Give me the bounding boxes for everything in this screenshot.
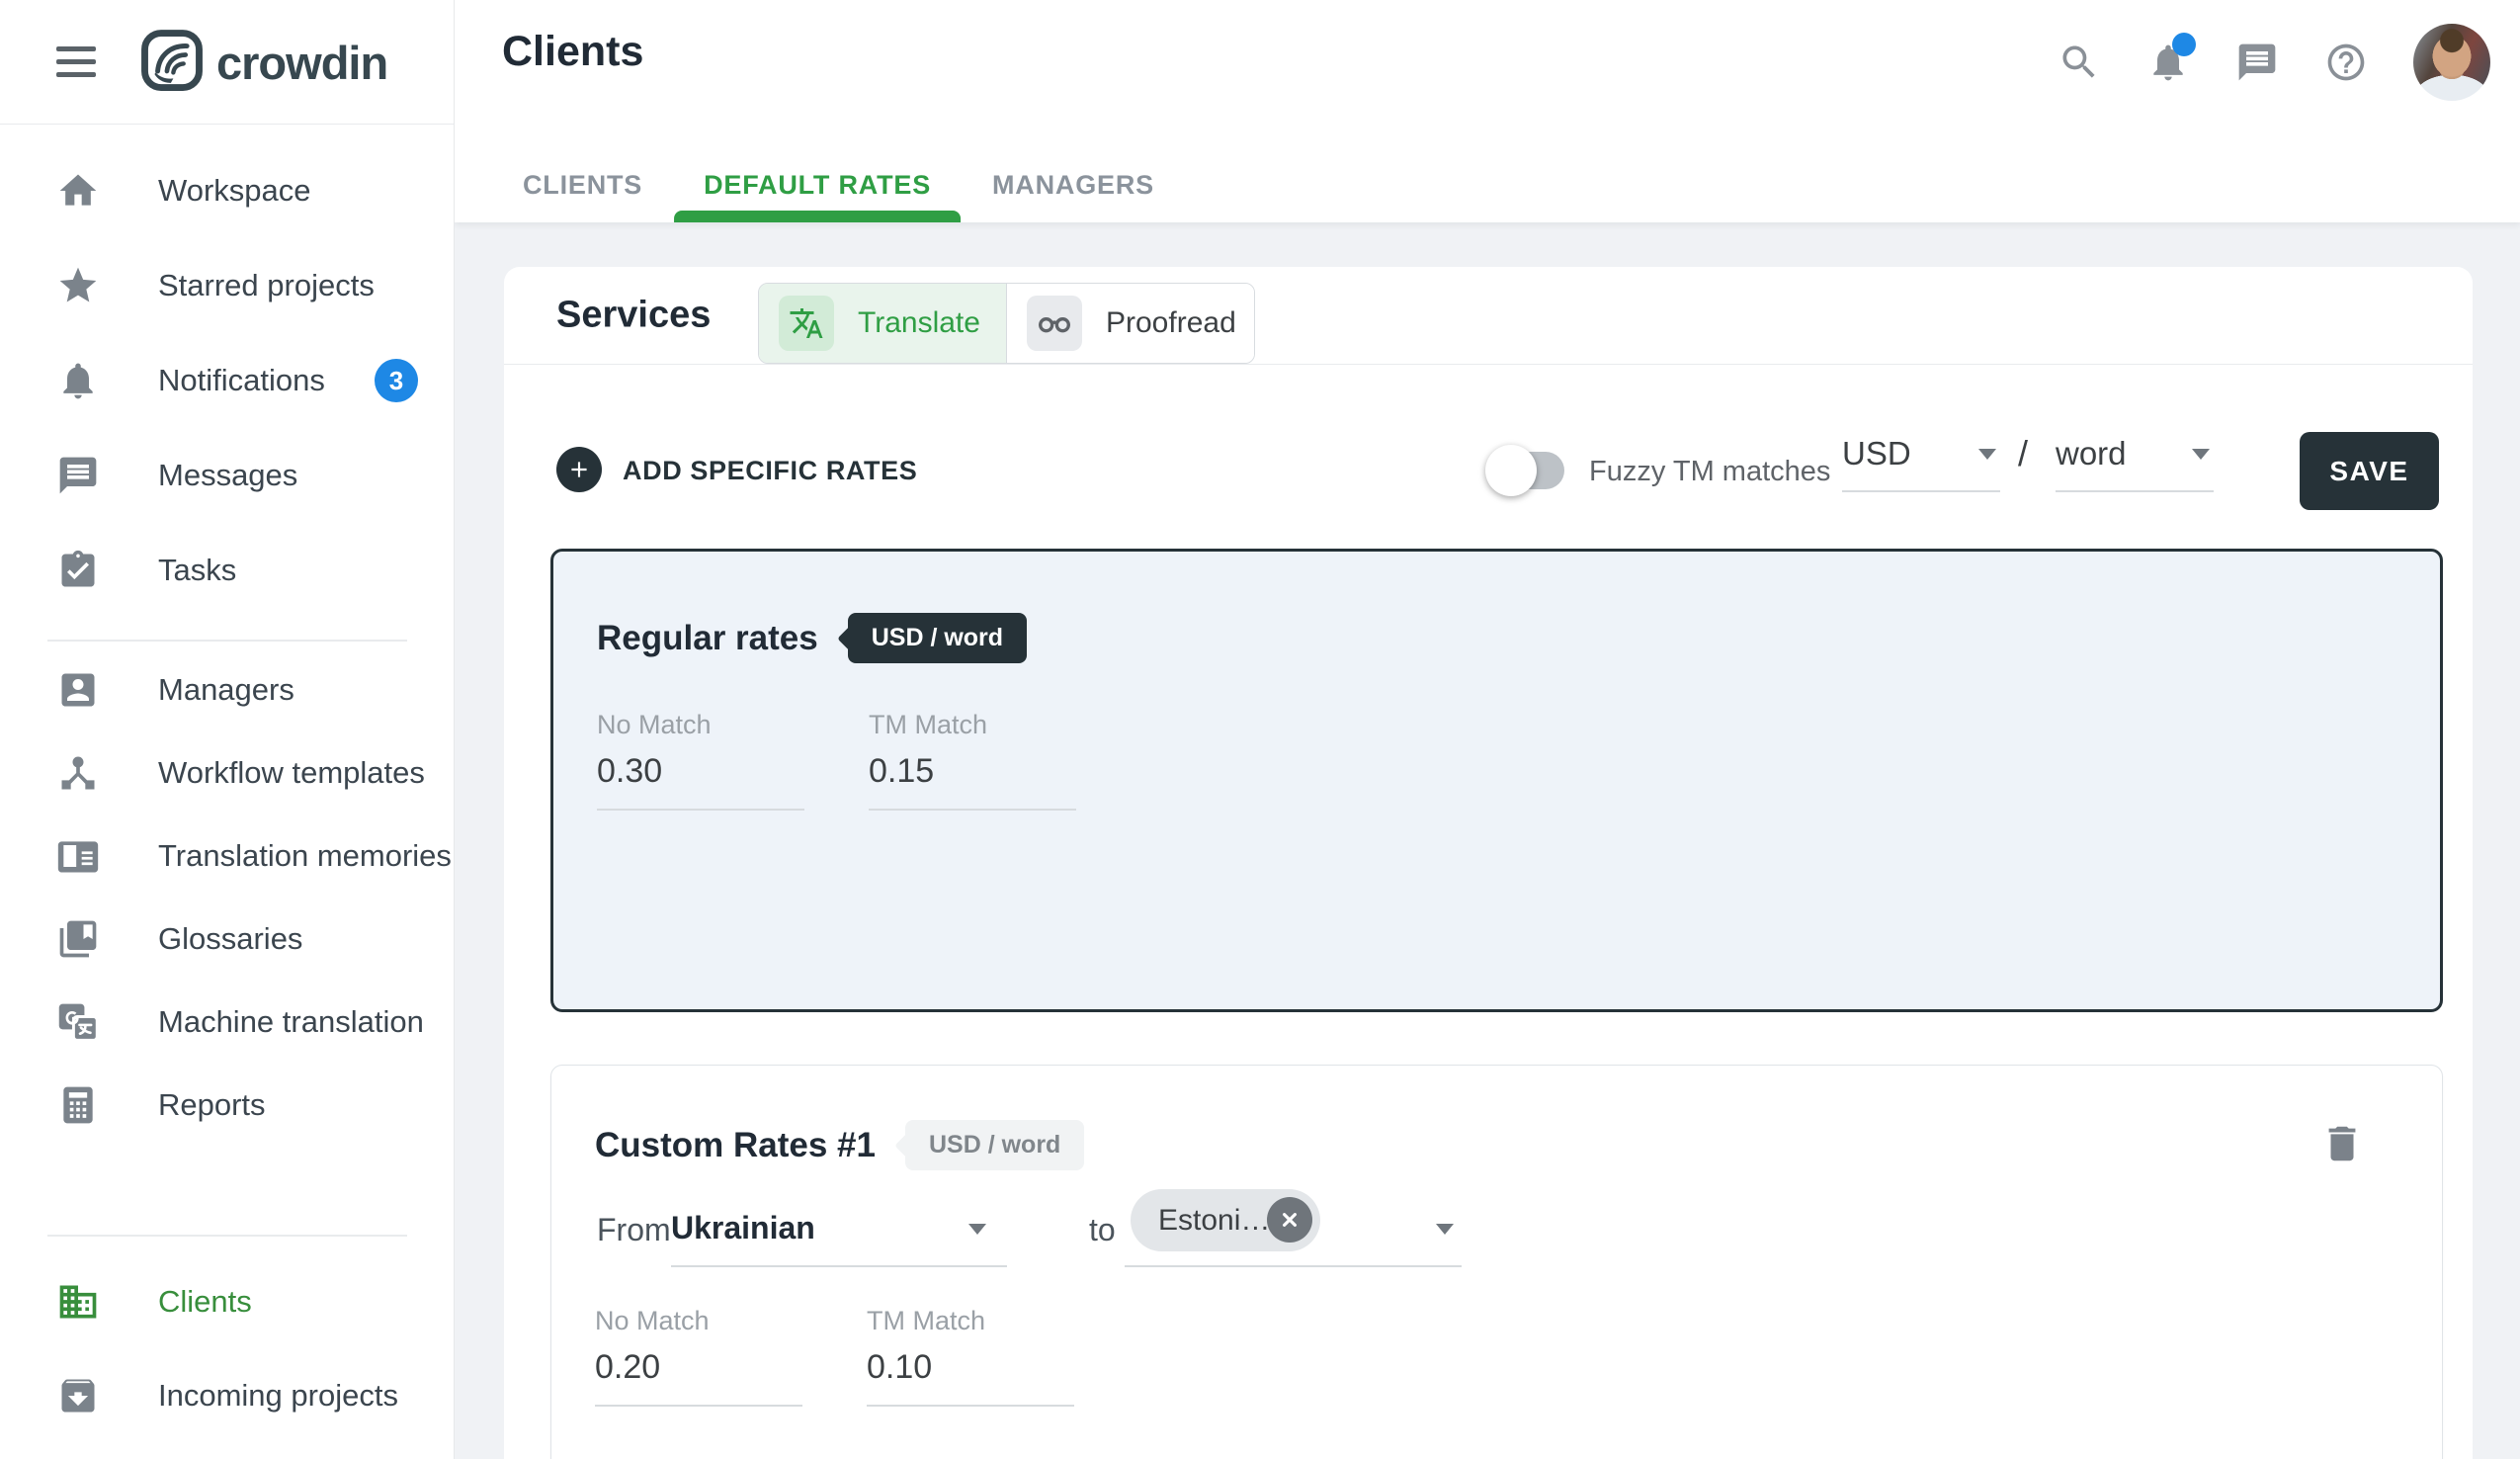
memory-card-icon — [56, 834, 100, 878]
regular-rates-unit-badge: USD / word — [848, 613, 1027, 663]
sidebar-item-clients[interactable]: Clients — [0, 1254, 453, 1348]
sidebar-item-messages[interactable]: Messages — [0, 428, 453, 523]
tm-match-field: TM Match 0.10 — [867, 1306, 1074, 1407]
tab-default-rates[interactable]: DEFAULT RATES — [704, 148, 931, 222]
no-match-field: No Match 0.30 — [597, 710, 804, 811]
add-specific-rates-button[interactable]: ADD SPECIFIC RATES — [623, 456, 917, 486]
topbar-actions — [2058, 0, 2520, 125]
glossary-book-icon — [56, 917, 100, 961]
message-icon — [56, 454, 100, 497]
source-language-select[interactable]: From Ukrainian — [597, 1204, 1053, 1267]
fuzzy-tm-label: Fuzzy TM matches — [1589, 456, 1830, 488]
active-tab-indicator — [674, 211, 961, 222]
sidebar-item-workflow-templates[interactable]: Workflow templates — [0, 731, 453, 815]
services-title: Services — [556, 295, 711, 337]
tm-match-input[interactable]: 0.10 — [867, 1348, 1074, 1407]
regular-rates-box: Regular rates USD / word No Match 0.30 T… — [550, 549, 2443, 1012]
tab-managers[interactable]: MANAGERS — [992, 148, 1154, 222]
unread-notification-dot — [2172, 33, 2196, 56]
target-language-select[interactable]: to Estoni… — [1089, 1204, 1465, 1267]
calculator-icon — [56, 1083, 100, 1127]
search-icon[interactable] — [2058, 41, 2101, 84]
tm-match-field: TM Match 0.15 — [869, 710, 1076, 811]
services-row: Services Translate Proofread — [504, 267, 2473, 365]
translate-icon — [779, 296, 834, 351]
messages-icon[interactable] — [2235, 41, 2279, 84]
field-underline — [671, 1265, 1007, 1267]
translate-option[interactable]: Translate — [759, 284, 1007, 363]
sidebar-item-translation-memories[interactable]: Translation memories — [0, 815, 453, 898]
star-icon — [56, 264, 100, 307]
chevron-down-icon — [2192, 449, 2210, 460]
page-title: Clients — [502, 28, 643, 76]
fuzzy-tm-toggle[interactable] — [1489, 452, 1564, 489]
sidebar: crowdin Workspace Starred projects Notif… — [0, 0, 455, 1459]
building-icon — [56, 1280, 100, 1324]
sidebar-nav: Workspace Starred projects Notifications… — [0, 125, 453, 1459]
chevron-down-icon — [1436, 1224, 1454, 1235]
user-avatar[interactable] — [2413, 24, 2490, 101]
unit-select[interactable]: word — [2056, 435, 2214, 492]
toggle-knob — [1485, 445, 1537, 496]
sidebar-item-notifications[interactable]: Notifications 3 — [0, 333, 453, 428]
sidebar-header: crowdin — [0, 0, 454, 125]
sidebar-item-starred-projects[interactable]: Starred projects — [0, 238, 453, 333]
chevron-down-icon — [968, 1224, 986, 1235]
sidebar-item-tasks[interactable]: Tasks — [0, 523, 453, 618]
proofread-option[interactable]: Proofread — [1007, 284, 1254, 363]
glasses-icon — [1027, 296, 1082, 351]
tab-bar: CLIENTS DEFAULT RATES MANAGERS — [523, 148, 1154, 222]
add-rates-plus-icon[interactable] — [556, 447, 602, 492]
topbar: Clients CLIENTS DEFAULT RATES MA — [455, 0, 2520, 222]
crowdin-logo-text: crowdin — [216, 36, 387, 90]
person-card-icon — [56, 668, 100, 712]
menu-icon[interactable] — [56, 46, 96, 85]
help-icon[interactable] — [2324, 41, 2368, 84]
inbox-icon — [56, 1374, 100, 1417]
no-match-input[interactable]: 0.30 — [597, 752, 804, 811]
currency-unit-divider: / — [2018, 433, 2028, 474]
delete-custom-rates-button[interactable] — [2319, 1121, 2365, 1166]
custom-rates-unit-badge: USD / word — [905, 1120, 1084, 1170]
content-area: Services Translate Proofread — [455, 222, 2520, 1459]
currency-select[interactable]: USD — [1842, 435, 2000, 492]
service-type-switcher: Translate Proofread — [758, 283, 1255, 364]
trash-icon — [2319, 1121, 2365, 1166]
sidebar-item-machine-translation[interactable]: Machine translation — [0, 981, 453, 1064]
chevron-down-icon — [1978, 449, 1996, 460]
workflow-icon — [56, 751, 100, 795]
crowdin-logo[interactable]: crowdin — [139, 27, 387, 98]
notification-count-badge: 3 — [375, 359, 418, 402]
no-match-input[interactable]: 0.20 — [595, 1348, 802, 1407]
machine-translation-icon — [56, 1000, 100, 1044]
sidebar-item-glossaries[interactable]: Glossaries — [0, 898, 453, 981]
tasks-icon — [56, 549, 100, 592]
remove-language-icon[interactable] — [1267, 1197, 1312, 1243]
sidebar-item-workspace[interactable]: Workspace — [0, 143, 453, 238]
sidebar-item-incoming-projects[interactable]: Incoming projects — [0, 1348, 453, 1442]
bell-icon — [56, 359, 100, 402]
default-rates-card: Services Translate Proofread — [504, 267, 2473, 1459]
source-language-value: Ukrainian — [671, 1210, 815, 1246]
sidebar-divider — [47, 640, 407, 642]
sidebar-divider — [47, 1235, 407, 1237]
sidebar-item-managers[interactable]: Managers — [0, 648, 453, 731]
crowdin-logo-mark-icon — [139, 28, 205, 98]
sidebar-item-reports[interactable]: Reports — [0, 1064, 453, 1147]
custom-rates-title: Custom Rates #1 — [595, 1126, 876, 1165]
custom-rates-card: Custom Rates #1 USD / word From Ukrainia… — [550, 1065, 2443, 1459]
regular-rates-title: Regular rates — [597, 619, 818, 658]
target-language-chip[interactable]: Estoni… — [1131, 1189, 1320, 1251]
tm-match-input[interactable]: 0.15 — [869, 752, 1076, 811]
app-root: crowdin Workspace Starred projects Notif… — [0, 0, 2520, 1459]
no-match-field: No Match 0.20 — [595, 1306, 802, 1407]
home-icon — [56, 169, 100, 213]
tab-clients[interactable]: CLIENTS — [523, 148, 642, 222]
field-underline — [1125, 1265, 1462, 1267]
notifications-bell-icon[interactable] — [2146, 41, 2190, 84]
save-button[interactable]: SAVE — [2300, 432, 2439, 510]
